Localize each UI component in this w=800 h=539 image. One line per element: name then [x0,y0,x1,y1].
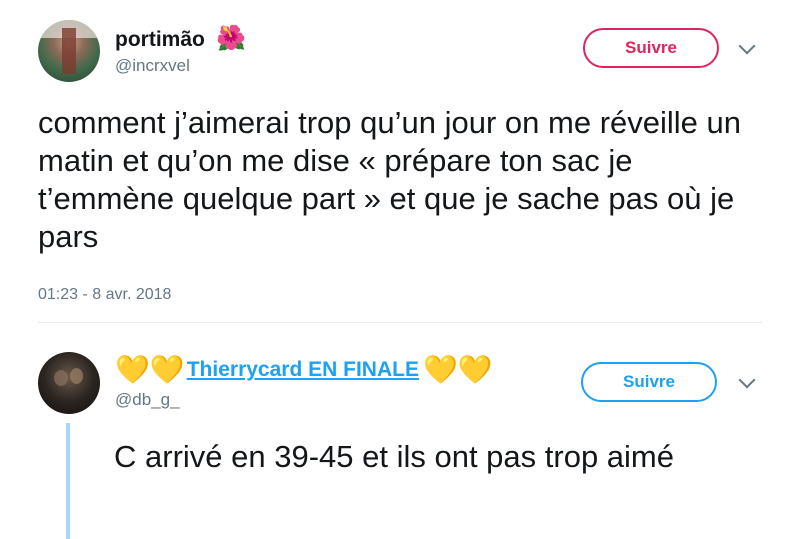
avatar-face [70,368,83,384]
yellow-heart-icon: 💛💛 [115,354,185,385]
author-avatar[interactable] [38,20,100,82]
tweet-timestamp[interactable]: 01:23 - 8 avr. 2018 [38,286,171,304]
reply-author-avatar[interactable] [38,352,100,414]
author-name[interactable]: portimão [115,28,205,52]
flower-emoji-icon: 🌺 [216,25,246,52]
tweet-text: comment j’aimerai trop qu’un jour on me … [38,105,741,254]
reply-author-handle[interactable]: @db_g_ [115,390,180,410]
yellow-heart-icon: 💛💛 [422,354,493,385]
chevron-down-icon[interactable] [738,37,756,55]
avatar-face [54,370,68,386]
follow-button[interactable]: Suivre [583,28,719,68]
thread-connector-line [66,423,70,539]
reply-text: C arrivé en 39-45 et ils ont pas trop ai… [114,439,674,474]
reply-author-name[interactable]: Thierrycard EN FINALE [187,358,419,382]
avatar-tower [62,28,76,74]
divider [38,322,762,323]
reply-author-name-row[interactable]: 💛💛 Thierrycard EN FINALE 💛💛 [115,356,493,384]
chevron-down-icon[interactable] [738,371,756,389]
reply-follow-button[interactable]: Suivre [581,362,717,402]
author-handle[interactable]: @incrxvel [115,56,190,76]
